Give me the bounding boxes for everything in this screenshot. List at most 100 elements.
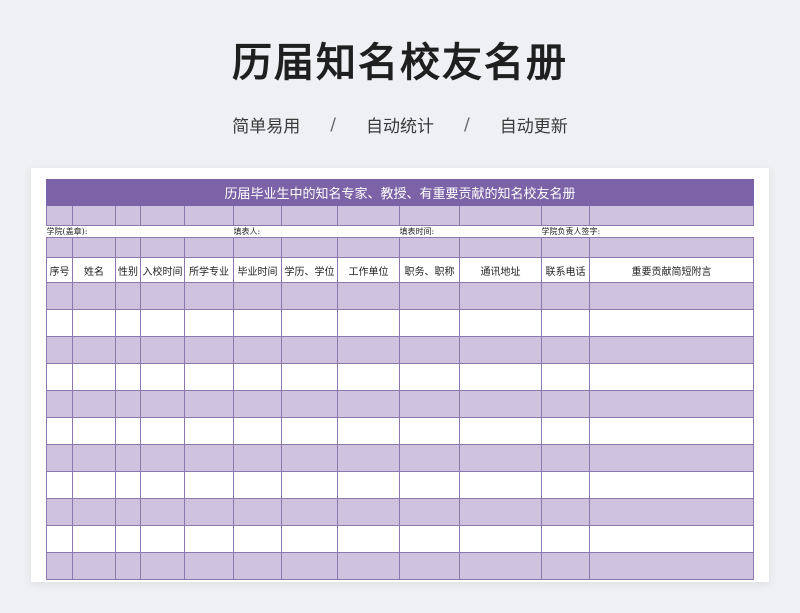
table-cell[interactable] bbox=[281, 390, 338, 418]
table-cell[interactable] bbox=[541, 525, 590, 553]
table-cell[interactable] bbox=[337, 525, 400, 553]
table-cell[interactable] bbox=[46, 309, 73, 337]
cell[interactable] bbox=[115, 237, 141, 258]
table-cell[interactable] bbox=[541, 282, 590, 310]
table-cell[interactable] bbox=[72, 444, 116, 472]
table-cell[interactable] bbox=[140, 336, 185, 364]
table-cell[interactable] bbox=[72, 552, 116, 580]
table-cell[interactable] bbox=[72, 390, 116, 418]
table-cell[interactable] bbox=[588, 309, 755, 337]
table-cell[interactable] bbox=[115, 498, 141, 526]
table-cell[interactable] bbox=[72, 471, 116, 499]
table-cell[interactable] bbox=[541, 471, 590, 499]
table-cell[interactable] bbox=[588, 525, 755, 553]
table-cell[interactable] bbox=[541, 552, 590, 580]
table-cell[interactable] bbox=[115, 363, 141, 391]
table-cell[interactable] bbox=[46, 525, 73, 553]
table-cell[interactable] bbox=[46, 417, 73, 445]
table-cell[interactable] bbox=[46, 363, 73, 391]
table-cell[interactable] bbox=[337, 336, 400, 364]
table-cell[interactable] bbox=[46, 471, 73, 499]
table-cell[interactable] bbox=[140, 417, 185, 445]
table-cell[interactable] bbox=[184, 498, 234, 526]
cell[interactable] bbox=[281, 205, 338, 226]
table-cell[interactable] bbox=[281, 498, 338, 526]
table-cell[interactable] bbox=[459, 282, 542, 310]
table-cell[interactable] bbox=[459, 336, 542, 364]
table-cell[interactable] bbox=[72, 309, 116, 337]
table-cell[interactable] bbox=[115, 336, 141, 364]
table-cell[interactable] bbox=[233, 525, 282, 553]
table-cell[interactable] bbox=[588, 552, 755, 580]
cell[interactable] bbox=[46, 237, 73, 258]
table-cell[interactable] bbox=[233, 336, 282, 364]
table-cell[interactable] bbox=[541, 390, 590, 418]
table-cell[interactable] bbox=[399, 309, 460, 337]
table-cell[interactable] bbox=[399, 471, 460, 499]
table-cell[interactable] bbox=[140, 363, 185, 391]
table-cell[interactable] bbox=[281, 552, 338, 580]
table-cell[interactable] bbox=[233, 552, 282, 580]
table-cell[interactable] bbox=[459, 471, 542, 499]
table-cell[interactable] bbox=[541, 498, 590, 526]
table-cell[interactable] bbox=[399, 336, 460, 364]
table-cell[interactable] bbox=[588, 390, 755, 418]
table-cell[interactable] bbox=[459, 525, 542, 553]
table-cell[interactable] bbox=[72, 336, 116, 364]
table-cell[interactable] bbox=[588, 336, 755, 364]
table-cell[interactable] bbox=[588, 471, 755, 499]
table-cell[interactable] bbox=[588, 498, 755, 526]
table-cell[interactable] bbox=[399, 390, 460, 418]
table-cell[interactable] bbox=[115, 309, 141, 337]
table-cell[interactable] bbox=[72, 282, 116, 310]
cell[interactable] bbox=[140, 237, 185, 258]
table-cell[interactable] bbox=[140, 525, 185, 553]
table-cell[interactable] bbox=[184, 417, 234, 445]
table-cell[interactable] bbox=[588, 417, 755, 445]
table-cell[interactable] bbox=[140, 390, 185, 418]
table-cell[interactable] bbox=[184, 282, 234, 310]
table-cell[interactable] bbox=[459, 363, 542, 391]
table-cell[interactable] bbox=[115, 417, 141, 445]
table-cell[interactable] bbox=[184, 336, 234, 364]
table-cell[interactable] bbox=[233, 471, 282, 499]
table-cell[interactable] bbox=[115, 444, 141, 472]
cell[interactable] bbox=[459, 237, 542, 258]
cell[interactable] bbox=[184, 237, 234, 258]
cell[interactable] bbox=[588, 237, 755, 258]
table-cell[interactable] bbox=[115, 390, 141, 418]
table-cell[interactable] bbox=[281, 309, 338, 337]
table-cell[interactable] bbox=[541, 363, 590, 391]
table-cell[interactable] bbox=[459, 552, 542, 580]
table-cell[interactable] bbox=[459, 498, 542, 526]
table-cell[interactable] bbox=[541, 309, 590, 337]
table-cell[interactable] bbox=[115, 282, 141, 310]
table-cell[interactable] bbox=[459, 444, 542, 472]
table-cell[interactable] bbox=[399, 282, 460, 310]
table-cell[interactable] bbox=[46, 282, 73, 310]
cell[interactable] bbox=[115, 205, 141, 226]
cell[interactable] bbox=[399, 205, 460, 226]
table-cell[interactable] bbox=[140, 309, 185, 337]
table-cell[interactable] bbox=[399, 363, 460, 391]
cell[interactable] bbox=[281, 237, 338, 258]
table-cell[interactable] bbox=[337, 471, 400, 499]
table-cell[interactable] bbox=[115, 552, 141, 580]
table-cell[interactable] bbox=[233, 282, 282, 310]
table-cell[interactable] bbox=[281, 471, 338, 499]
table-cell[interactable] bbox=[233, 444, 282, 472]
table-cell[interactable] bbox=[541, 444, 590, 472]
table-cell[interactable] bbox=[399, 417, 460, 445]
table-cell[interactable] bbox=[115, 525, 141, 553]
table-cell[interactable] bbox=[233, 390, 282, 418]
table-cell[interactable] bbox=[46, 444, 73, 472]
table-cell[interactable] bbox=[184, 390, 234, 418]
cell[interactable] bbox=[541, 237, 590, 258]
table-cell[interactable] bbox=[399, 444, 460, 472]
table-cell[interactable] bbox=[233, 363, 282, 391]
cell[interactable] bbox=[588, 205, 755, 226]
table-cell[interactable] bbox=[588, 282, 755, 310]
table-cell[interactable] bbox=[46, 498, 73, 526]
table-cell[interactable] bbox=[72, 525, 116, 553]
cell[interactable] bbox=[541, 205, 590, 226]
